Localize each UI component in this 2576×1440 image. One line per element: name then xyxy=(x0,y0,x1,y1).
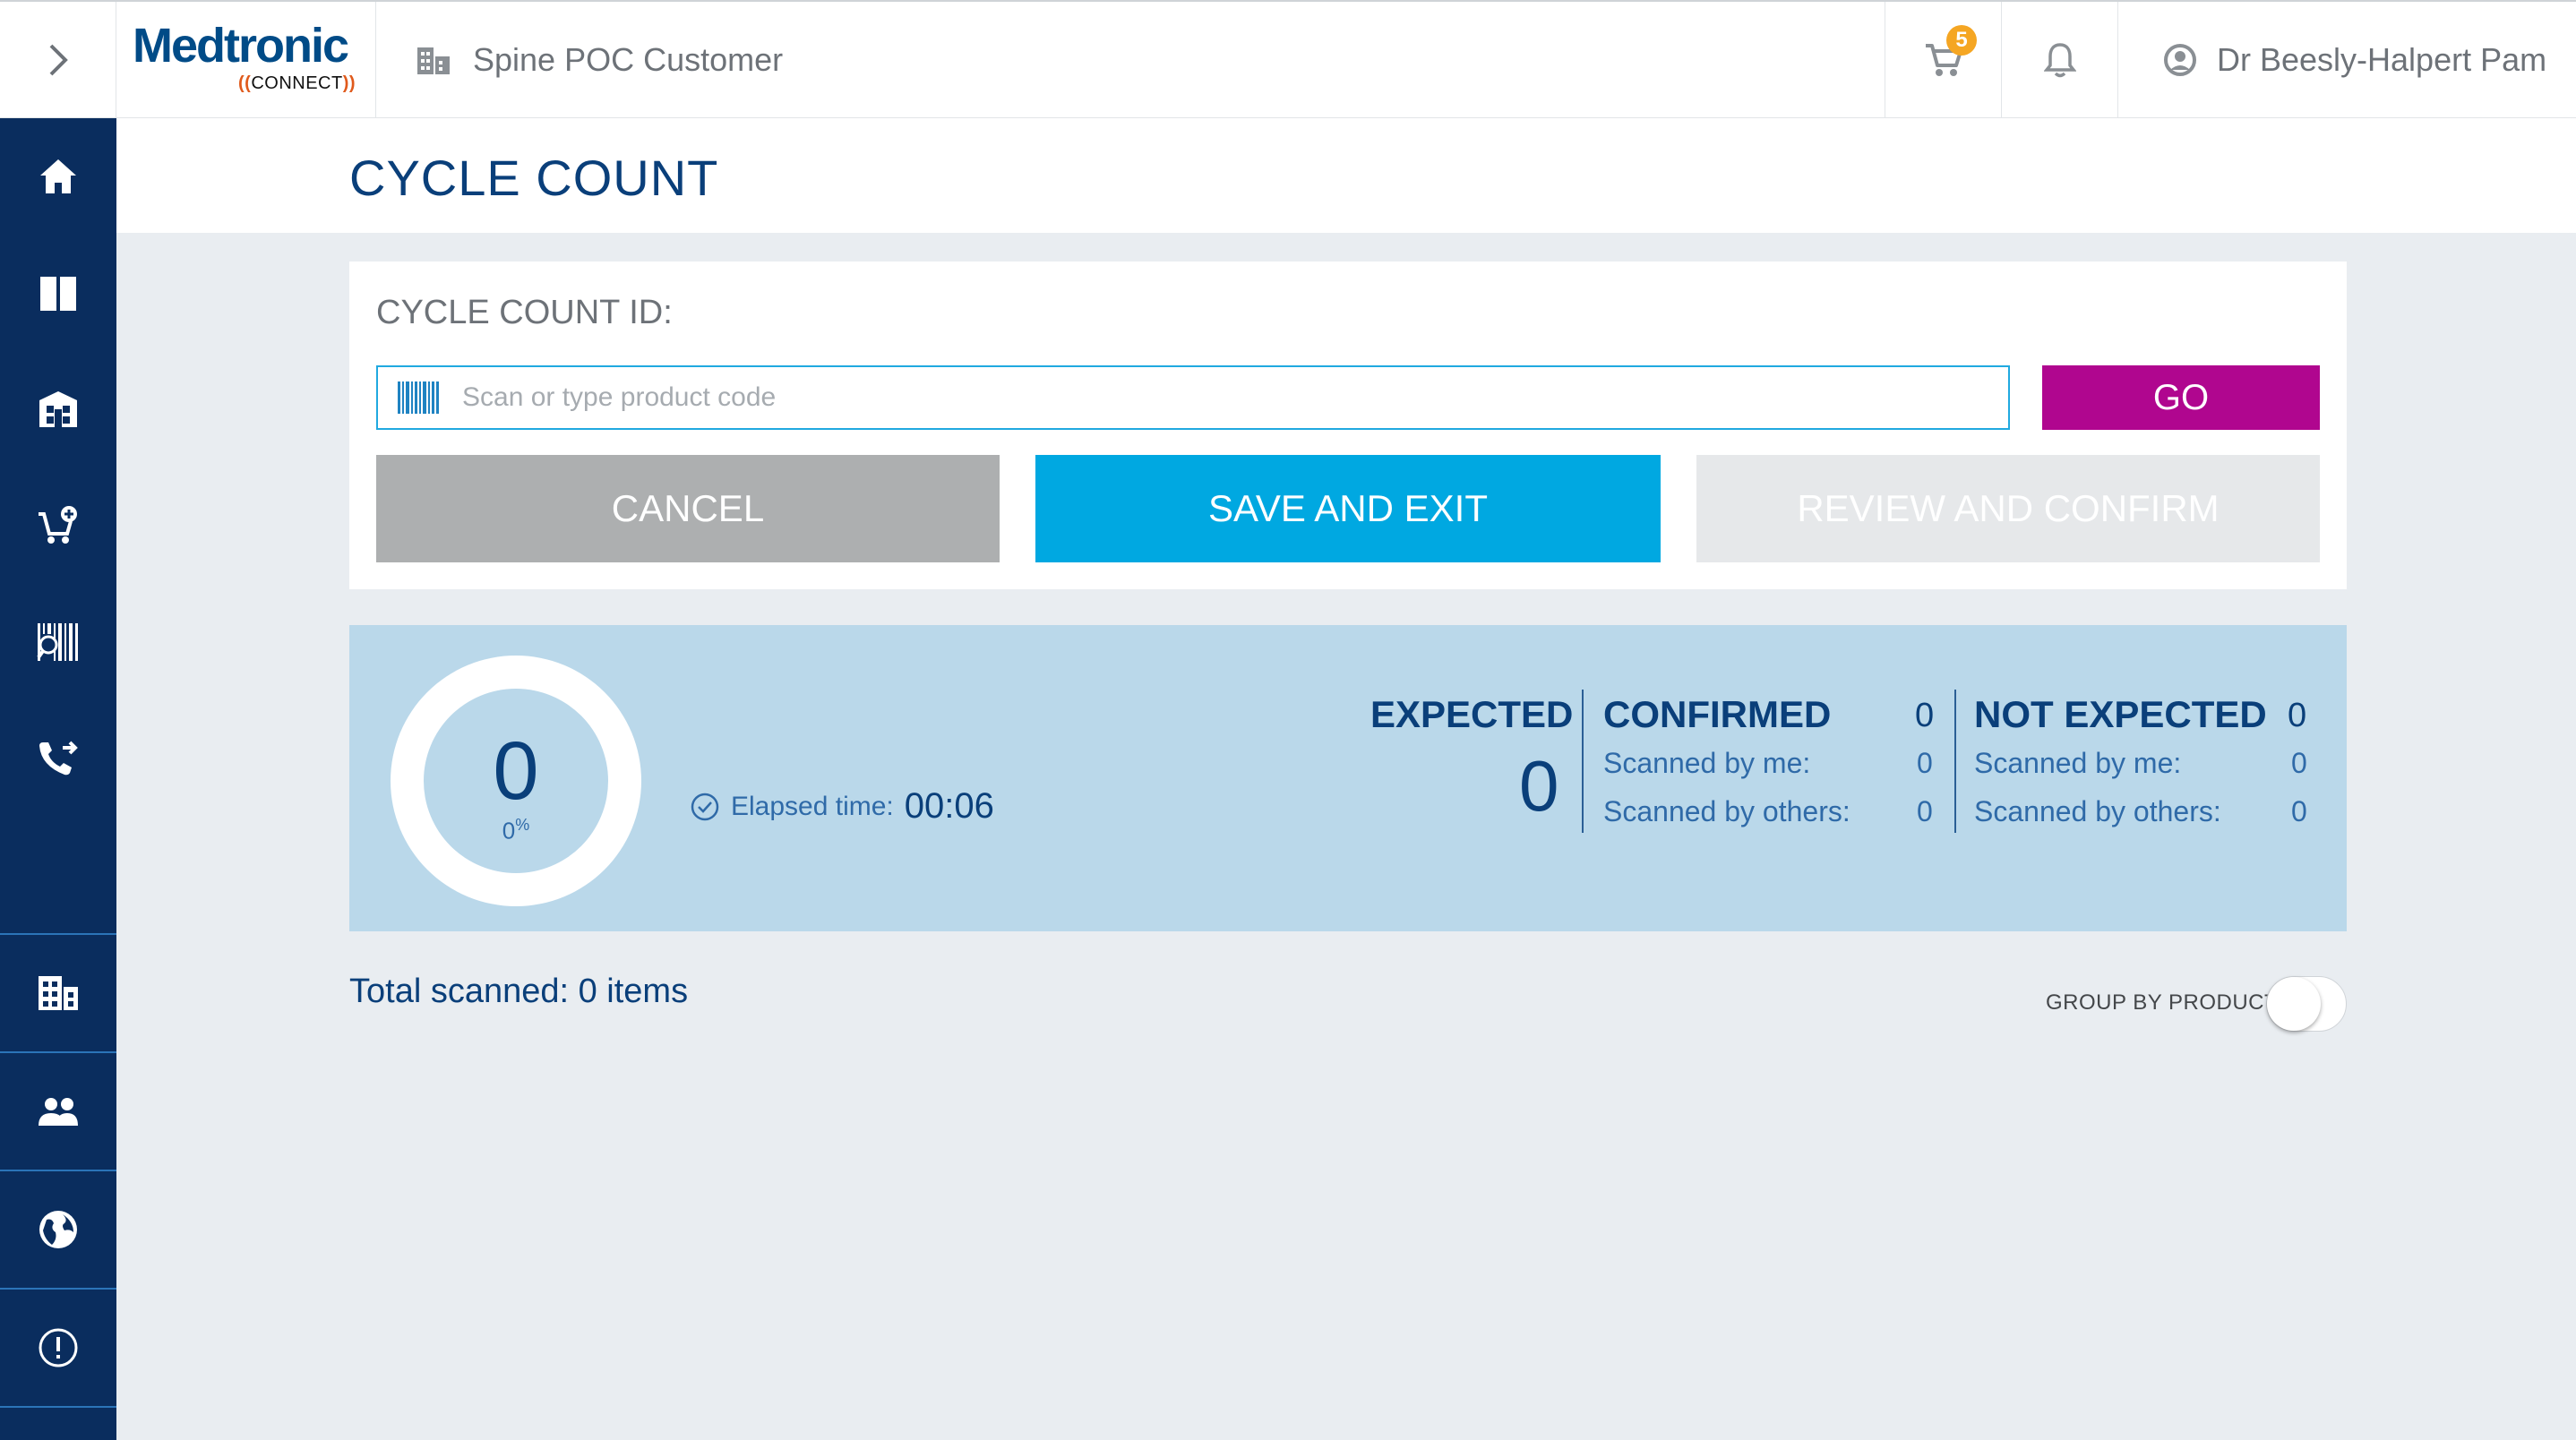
bell-icon xyxy=(2043,43,2076,78)
expand-sidebar-button[interactable] xyxy=(0,2,116,118)
expected-title: EXPECTED xyxy=(1370,693,1574,735)
cycle-count-id-label: CYCLE COUNT ID: xyxy=(376,294,673,331)
cycle-count-form: CYCLE COUNT ID: GO CANCEL SAVE AND EXIT … xyxy=(349,261,2347,589)
book-icon xyxy=(40,277,76,311)
confirmed-scanned-by-me-label: Scanned by me: xyxy=(1603,747,1811,779)
logo-wordmark: Medtronic xyxy=(133,19,349,73)
sidebar xyxy=(0,118,116,1440)
cart-count-badge: 5 xyxy=(1946,25,1977,56)
sidebar-item-inventory[interactable] xyxy=(0,351,116,467)
confirmed-value: 0 xyxy=(1915,697,1935,734)
progress-percent: 0% xyxy=(502,816,530,844)
total-scanned: Total scanned: 0 items xyxy=(349,973,689,1010)
not-expected-title: NOT EXPECTED xyxy=(1974,693,2267,735)
sidebar-item-about[interactable] xyxy=(0,1290,116,1406)
chevron-right-icon xyxy=(49,44,68,76)
not-expected-scanned-by-others-label: Scanned by others: xyxy=(1974,795,2221,827)
cart-button[interactable]: 5 xyxy=(1885,2,2001,118)
warehouse-icon xyxy=(39,391,77,427)
product-code-field[interactable] xyxy=(376,365,2010,430)
stats-divider xyxy=(1582,690,1584,833)
confirmed-scanned-by-others-value: 0 xyxy=(1917,795,1933,827)
info-icon xyxy=(39,1328,78,1367)
user-name: Dr Beesly-Halpert Pam xyxy=(2217,41,2547,78)
sidebar-item-users[interactable] xyxy=(0,1053,116,1170)
check-circle-icon xyxy=(691,793,719,820)
stats-divider xyxy=(1954,690,1956,833)
group-by-products-toggle[interactable] xyxy=(2266,976,2347,1032)
sidebar-item-cycle-count[interactable] xyxy=(0,584,116,700)
not-expected-scanned-by-me-value: 0 xyxy=(2291,747,2307,779)
people-icon xyxy=(39,1098,78,1126)
sidebar-item-catalog[interactable] xyxy=(0,235,116,351)
not-expected-value: 0 xyxy=(2288,697,2307,734)
cancel-button[interactable]: CANCEL xyxy=(376,455,1000,562)
go-button[interactable]: GO xyxy=(2042,365,2320,430)
user-menu[interactable]: Dr Beesly-Halpert Pam xyxy=(2117,2,2576,118)
user-avatar-icon xyxy=(2164,44,2196,76)
confirmed-scanned-by-me-value: 0 xyxy=(1917,747,1933,779)
building-icon xyxy=(417,47,450,74)
confirmed-scanned-by-others-label: Scanned by others: xyxy=(1603,795,1850,827)
page-title: CYCLE COUNT xyxy=(349,150,719,206)
home-icon xyxy=(40,159,76,193)
barcode-scan-icon xyxy=(37,623,78,661)
sidebar-item-transfer[interactable] xyxy=(0,700,116,817)
progress-ring: 0 0% xyxy=(391,656,641,906)
sidebar-divider xyxy=(0,1406,116,1408)
page-header: CYCLE COUNT xyxy=(116,118,2576,233)
phone-forward-icon xyxy=(39,741,78,776)
product-code-input[interactable] xyxy=(460,371,2008,424)
elapsed-time-label: Elapsed time: xyxy=(731,791,894,821)
sidebar-item-locations[interactable] xyxy=(0,935,116,1051)
progress-count: 0 xyxy=(493,725,539,817)
review-and-confirm-button[interactable]: REVIEW AND CONFIRM xyxy=(1696,455,2320,562)
save-and-exit-button[interactable]: SAVE AND EXIT xyxy=(1035,455,1661,562)
group-by-products-label: GROUP BY PRODUCTS xyxy=(2046,990,2293,1015)
globe-icon xyxy=(39,1211,77,1248)
top-bar: Medtronic ((CONNECT)) Spine POC Customer… xyxy=(0,0,2576,118)
cycle-count-stats: 0 0% Elapsed time: 00:06 EXPECTED 0 CONF… xyxy=(349,625,2347,931)
elapsed-time: Elapsed time: 00:06 xyxy=(690,786,994,827)
medtronic-logo[interactable]: Medtronic ((CONNECT)) xyxy=(116,2,376,118)
toggle-knob xyxy=(2267,977,2321,1031)
progress-ring-center: 0 0% xyxy=(424,689,608,873)
cart-add-icon xyxy=(39,506,77,544)
not-expected-scanned-by-me-label: Scanned by me: xyxy=(1974,747,2182,779)
sidebar-item-home[interactable] xyxy=(0,118,116,235)
sidebar-item-order[interactable] xyxy=(0,467,116,584)
not-expected-scanned-by-others-value: 0 xyxy=(2291,795,2307,827)
building-icon xyxy=(39,976,78,1010)
sidebar-item-language[interactable] xyxy=(0,1171,116,1288)
confirmed-title: CONFIRMED xyxy=(1603,693,1832,735)
customer-name: Spine POC Customer xyxy=(473,41,784,78)
notifications-button[interactable] xyxy=(2001,2,2117,118)
elapsed-time-value: 00:06 xyxy=(904,786,994,826)
logo-subtitle: ((CONNECT)) xyxy=(238,73,356,93)
expected-value: 0 xyxy=(1519,746,1559,826)
customer-selector[interactable]: Spine POC Customer xyxy=(416,2,783,118)
barcode-icon xyxy=(398,381,439,414)
